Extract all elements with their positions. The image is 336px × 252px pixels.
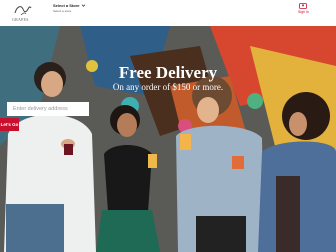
store-selector[interactable]: Select a Store Select a store	[53, 3, 86, 13]
sign-in-label: Sign In	[298, 10, 309, 14]
hero-banner: Free Delivery On any order of $150 or mo…	[0, 26, 336, 252]
store-title: Select a Store	[53, 3, 80, 8]
sign-in-button[interactable]: Sign In	[298, 3, 309, 14]
hero-photo	[0, 26, 336, 252]
logo-icon[interactable]	[12, 3, 34, 17]
store-subtitle: Select a store	[53, 9, 72, 13]
hero-headline: Free Delivery	[118, 63, 218, 82]
site-header: GRAPES Select a Store Select a store Sig…	[0, 0, 336, 26]
logo-text: GRAPES	[12, 17, 29, 22]
hero-subhead: On any order of $150 or more.	[112, 82, 224, 92]
chevron-down-icon	[82, 4, 86, 7]
user-icon	[299, 3, 308, 9]
delivery-address-input[interactable]	[7, 102, 89, 116]
lets-go-button[interactable]: Let's Go	[0, 118, 19, 131]
